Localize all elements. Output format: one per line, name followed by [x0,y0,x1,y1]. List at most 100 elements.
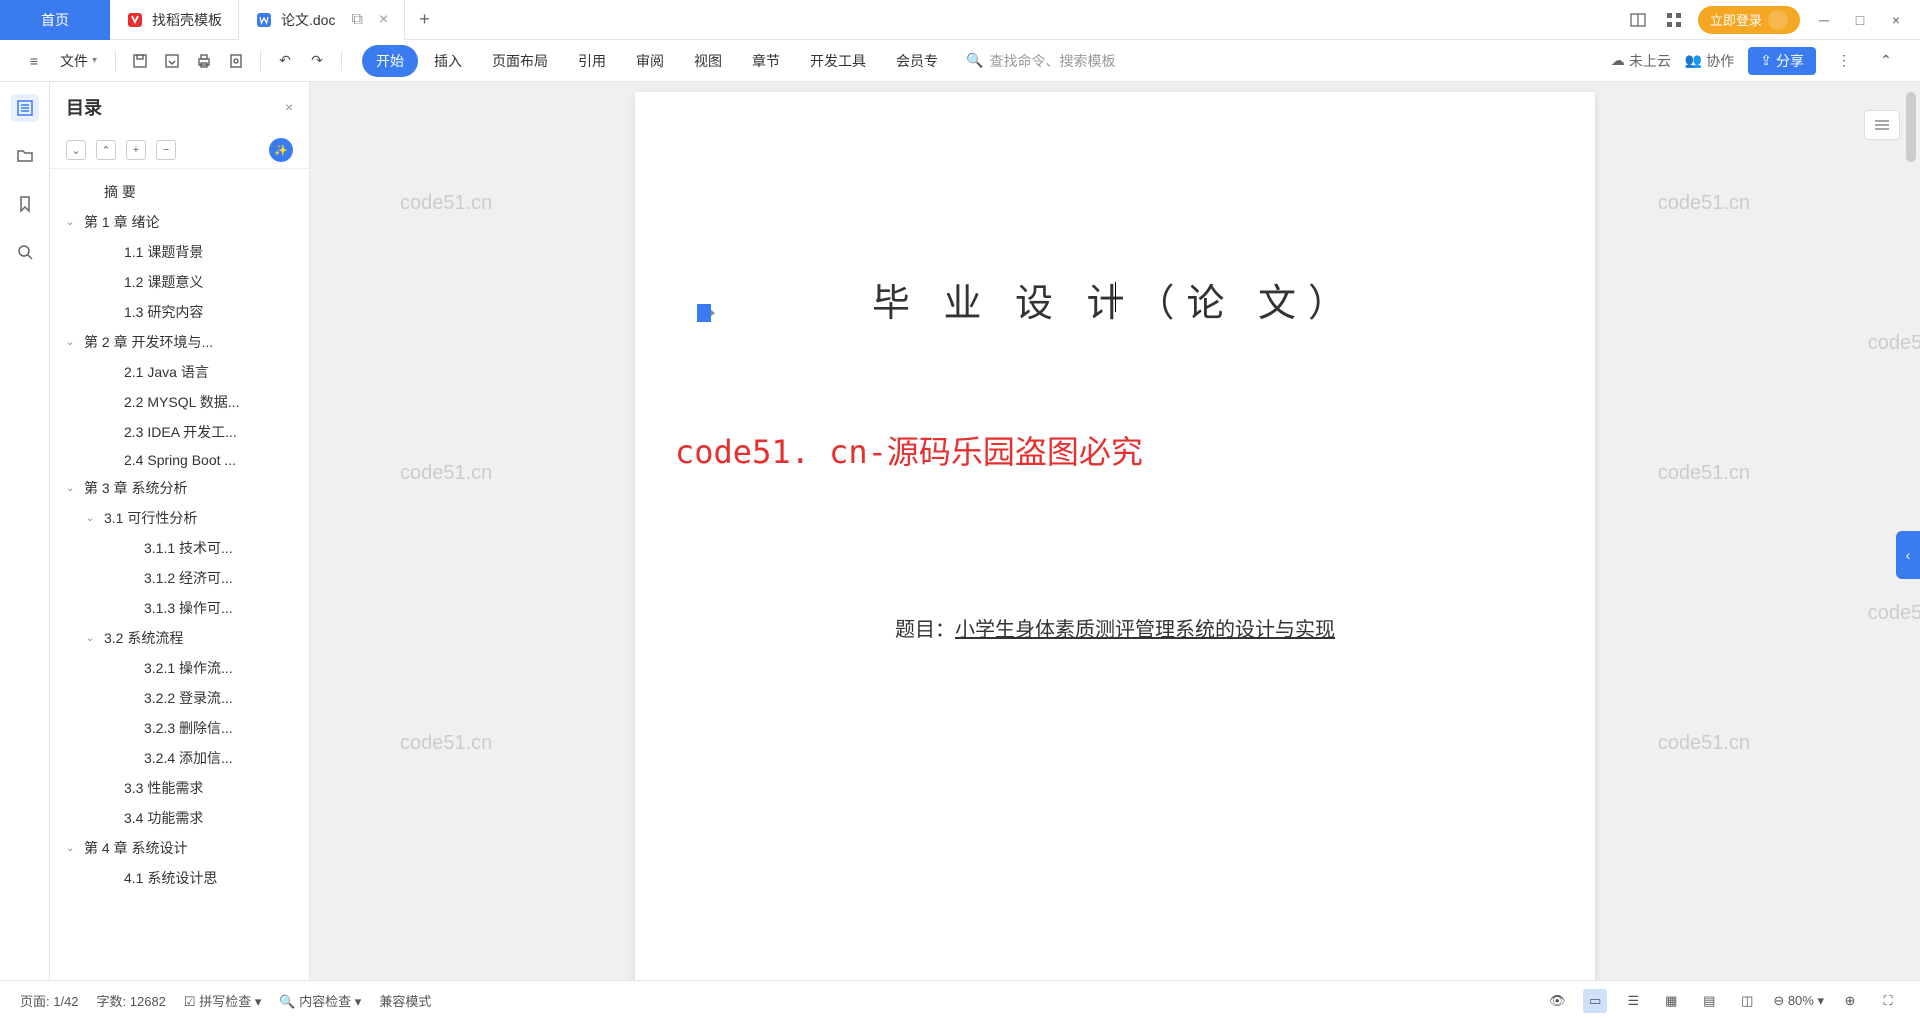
maximize-icon[interactable]: □ [1848,8,1872,32]
read-view-icon[interactable]: ▤ [1697,989,1721,1013]
vertical-scrollbar[interactable] [1906,82,1916,980]
outline-item-label: 3.4 功能需求 [124,808,203,828]
outline-item[interactable]: ⌄第 3 章 系统分析 [50,473,309,503]
outline-item[interactable]: ⌄第 2 章 开发环境与... [50,327,309,357]
cloud-button[interactable]: ☁ 未上云 [1611,51,1671,71]
compat-mode[interactable]: 兼容模式 [379,991,431,1010]
chevron-icon: ⌄ [66,483,80,494]
split-view-icon[interactable]: ◫ [1735,989,1759,1013]
save-icon[interactable] [126,47,154,75]
file-menu[interactable]: 文件 ▾ [52,51,105,71]
separator [341,51,342,71]
outline-item-label: 3.3 性能需求 [124,778,203,798]
window-close-icon[interactable]: × [1884,8,1908,32]
fullscreen-icon[interactable]: ⛶ [1876,989,1900,1013]
outline-item[interactable]: 4.1 系统设计思 [50,863,309,893]
outline-item[interactable]: 3.2.4 添加信... [50,743,309,773]
outline-item[interactable]: ⌄3.2 系统流程 [50,623,309,653]
outline-item[interactable]: 3.1.3 操作可... [50,593,309,623]
saveas-icon[interactable] [158,47,186,75]
search-box[interactable]: 🔍 查找命令、搜索模板 [956,51,1125,71]
outline-item[interactable]: 2.4 Spring Boot ... [50,447,309,473]
ribbon-tab-insert[interactable]: 插入 [420,45,476,77]
outline-item[interactable]: 1.1 课题背景 [50,237,309,267]
content-check-button[interactable]: 🔍 内容检查 ▾ [279,991,361,1010]
outline-item[interactable]: 3.2.3 删除信... [50,713,309,743]
undo-icon[interactable]: ↶ [271,47,299,75]
apps-icon[interactable] [1662,8,1686,32]
ribbon-tab-member[interactable]: 会员专 [882,45,952,77]
outline-close-icon[interactable]: × [285,99,293,115]
ribbon-tab-review[interactable]: 审阅 [622,45,678,77]
eye-icon[interactable]: 👁 [1545,989,1569,1013]
outline-icon[interactable] [11,94,39,122]
menu-icon[interactable]: ≡ [20,47,48,75]
tab-home[interactable]: 首页 [0,0,110,40]
print-icon[interactable] [190,47,218,75]
outline-item[interactable]: ⌄第 4 章 系统设计 [50,833,309,863]
ribbon-tab-devtools[interactable]: 开发工具 [796,45,880,77]
zoom-in-icon[interactable]: ⊕ [1838,989,1862,1013]
outline-item[interactable]: 3.4 功能需求 [50,803,309,833]
add-heading-icon[interactable]: + [126,140,146,160]
preview-icon[interactable] [222,47,250,75]
outline-item[interactable]: 3.1.1 技术可... [50,533,309,563]
page-counter[interactable]: 页面: 1/42 [20,991,79,1010]
ribbon-tab-chapter[interactable]: 章节 [738,45,794,77]
outline-item[interactable]: ⌄3.1 可行性分析 [50,503,309,533]
outline-header: 目录 × [50,82,309,132]
remove-heading-icon[interactable]: − [156,140,176,160]
find-icon[interactable] [11,238,39,266]
outline-item[interactable]: 1.3 研究内容 [50,297,309,327]
login-button[interactable]: 立即登录 [1698,6,1800,34]
expand-all-icon[interactable]: ⌃ [96,140,116,160]
collapse-panel-button[interactable] [1864,110,1900,140]
word-count[interactable]: 字数: 12682 [97,991,166,1010]
close-icon[interactable]: × [379,11,388,29]
outline-item[interactable]: 2.3 IDEA 开发工... [50,417,309,447]
ribbon-tab-start[interactable]: 开始 [362,45,418,77]
web-view-icon[interactable]: ▦ [1659,989,1683,1013]
outline-item[interactable]: 2.2 MYSQL 数据... [50,387,309,417]
outline-item[interactable]: 3.1.2 经济可... [50,563,309,593]
outline-item-label: 3.2.1 操作流... [144,658,233,678]
outline-item[interactable]: 2.1 Java 语言 [50,357,309,387]
outline-item[interactable]: ⌄第 1 章 绪论 [50,207,309,237]
outline-item[interactable]: 3.3 性能需求 [50,773,309,803]
ribbon-tab-layout[interactable]: 页面布局 [478,45,562,77]
chevron-icon: ⌄ [86,633,100,644]
word-icon [255,11,273,29]
outline-item-label: 3.1 可行性分析 [104,508,197,528]
collapse-all-icon[interactable]: ⌄ [66,140,86,160]
share-button[interactable]: ⇪ 分享 [1748,47,1816,75]
layout-icon[interactable] [1626,8,1650,32]
outline-item[interactable]: 1.2 课题意义 [50,267,309,297]
page-view-icon[interactable]: ▭ [1583,989,1607,1013]
document-area[interactable]: code51.cn code51.cn code51.cn code51.cn … [310,82,1920,980]
titlebar-right: 立即登录 ─ □ × [1626,6,1920,34]
more-icon[interactable]: ⋮ [1830,47,1858,75]
collab-button[interactable]: 👥 协作 [1685,51,1734,71]
ribbon-tab-reference[interactable]: 引用 [564,45,620,77]
folder-icon[interactable] [11,142,39,170]
spellcheck-button[interactable]: ☑ 拼写检查 ▾ [184,991,261,1010]
outline-item[interactable]: 摘 要 [50,177,309,207]
outline-item[interactable]: 3.2.1 操作流... [50,653,309,683]
tab-document[interactable]: 论文.doc ⧉ × [239,0,405,40]
ribbon-tab-view[interactable]: 视图 [680,45,736,77]
tab-template[interactable]: 找稻壳模板 [110,0,239,40]
zoom-control[interactable]: ⊖ 80% ▾ [1773,993,1824,1009]
tab-split-icon[interactable]: ⧉ [351,11,362,29]
outline-tree: 摘 要⌄第 1 章 绪论1.1 课题背景1.2 课题意义1.3 研究内容⌄第 2… [50,169,309,980]
tab-add[interactable]: + [405,9,444,30]
login-label: 立即登录 [1710,10,1762,29]
outline-view-icon[interactable]: ☰ [1621,989,1645,1013]
scroll-thumb[interactable] [1906,92,1916,162]
ai-icon[interactable]: ✨ [269,138,293,162]
redo-icon[interactable]: ↷ [303,47,331,75]
bookmark-icon[interactable] [11,190,39,218]
collapse-ribbon-icon[interactable]: ⌃ [1872,47,1900,75]
minimize-icon[interactable]: ─ [1812,8,1836,32]
paragraph-handle-icon[interactable] [695,302,717,324]
outline-item[interactable]: 3.2.2 登录流... [50,683,309,713]
